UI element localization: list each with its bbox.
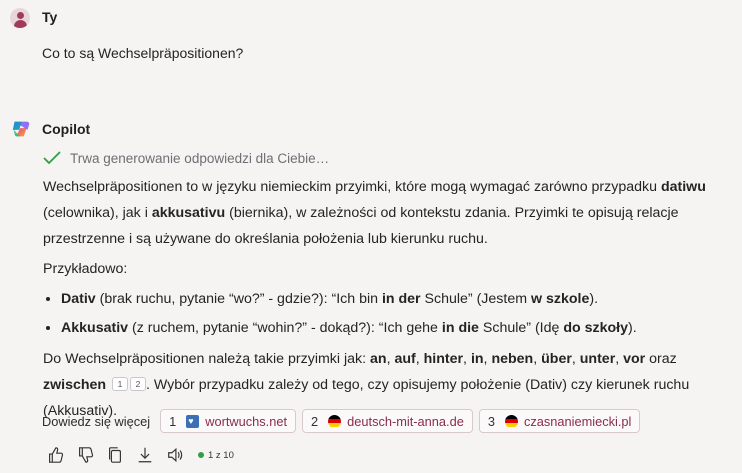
response-action-bar: 1 z 10: [46, 446, 234, 464]
wortwuchs-favicon-icon: [186, 414, 200, 428]
checkmark-icon: [43, 151, 61, 165]
source-link-wortwuchs[interactable]: 1 wortwuchs.net: [160, 409, 297, 433]
user-name: Ty: [42, 9, 58, 25]
citation-ref-1[interactable]: 1: [112, 377, 129, 391]
user-avatar: [10, 8, 30, 28]
thumbs-down-icon[interactable]: [76, 446, 94, 464]
learn-more-label: Dowiedz się więcej: [42, 413, 151, 429]
list-item: Akkusativ (z ruchem, pytanie “wohin?” - …: [61, 315, 733, 341]
response-pager[interactable]: 1 z 10: [198, 450, 234, 461]
thumbs-up-icon[interactable]: [46, 446, 64, 464]
answer-paragraph-2: Przykładowo:: [43, 261, 128, 277]
citation-ref-2[interactable]: 2: [130, 377, 147, 391]
generation-status: Trwa generowanie odpowiedzi dla Ciebie…: [42, 150, 329, 166]
list-item: Dativ (brak ruchu, pytanie “wo?” - gdzie…: [61, 286, 733, 312]
german-flag-icon: [328, 414, 342, 428]
copilot-logo-icon: [12, 121, 30, 137]
user-message: Co to są Wechselpräpositionen?: [42, 45, 244, 61]
source-link-czasnaniemiecki[interactable]: 3 czasnaniemiecki.pl: [478, 409, 641, 433]
assistant-name: Copilot: [42, 121, 91, 137]
speaker-icon[interactable]: [166, 446, 184, 464]
status-dot: [198, 452, 204, 458]
pager-text: 1 z 10: [208, 449, 234, 461]
download-icon[interactable]: [136, 446, 154, 464]
learn-more-row: Dowiedz się więcej 1 wortwuchs.net 2 deu…: [42, 409, 641, 433]
answer-paragraph-1: Wechselpräpositionen to w języku niemiec…: [43, 179, 706, 247]
copy-icon[interactable]: [106, 446, 124, 464]
source-link-deutsch-mit-anna[interactable]: 2 deutsch-mit-anna.de: [302, 409, 473, 433]
example-list: Dativ (brak ruchu, pytanie “wo?” - gdzie…: [43, 286, 733, 344]
status-text: Trwa generowanie odpowiedzi dla Ciebie…: [70, 150, 330, 166]
german-flag-icon: [504, 414, 518, 428]
